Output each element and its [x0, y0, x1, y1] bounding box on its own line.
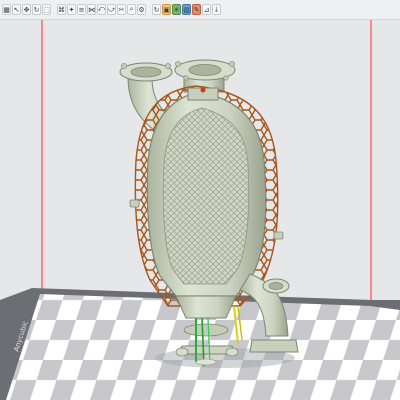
arrow-move-icon: ✥	[23, 5, 30, 14]
measure-icon: ⊿	[203, 5, 210, 14]
side-boss-right	[273, 231, 284, 240]
bottom-cone	[175, 295, 237, 319]
light-bulb-button[interactable]: ✦	[67, 4, 76, 15]
toolbar-group-2: ⌘ ✦ ≡ ⋈ ⤺ ⤻ ✂ ⌕ ⚙	[57, 4, 146, 15]
fix-button[interactable]: ✎	[192, 4, 201, 15]
grid-view-button[interactable]: ▦	[2, 4, 11, 15]
select-box-button[interactable]: ⬚	[42, 4, 51, 15]
view-icon: ⌘	[58, 5, 65, 14]
wire-button[interactable]: ⋈	[87, 4, 96, 15]
undo-icon: ⤺	[97, 5, 106, 13]
slice-icon: ▧	[183, 5, 190, 14]
base-pad	[195, 358, 217, 366]
redo-button[interactable]: ⤻	[107, 4, 116, 15]
toolbar-group-1: ▦ ↖ ✥ ↻ ⬚	[2, 4, 51, 15]
arrow-move-button[interactable]: ✥	[22, 4, 31, 15]
slice-button[interactable]: ▧	[182, 4, 191, 15]
settings-button[interactable]: ⚙	[137, 4, 146, 15]
support-tree-button[interactable]: ✳	[172, 4, 181, 15]
fix-icon: ✎	[193, 5, 200, 14]
support-tree-icon: ✳	[173, 5, 180, 14]
cursor-button[interactable]: ↖	[12, 4, 21, 15]
wire-icon: ⋈	[88, 5, 95, 14]
cursor-icon: ↖	[13, 5, 20, 14]
export-button[interactable]: ⤓	[212, 4, 221, 15]
honeycomb-core	[162, 107, 250, 285]
zoom-button[interactable]: ⌕	[127, 4, 136, 15]
toolbar: ▦ ↖ ✥ ↻ ⬚ ⌘ ✦ ≡ ⋈ ⤺ ⤻ ✂ ⌕ ⚙ ↻ ▣ ✳ ▧ ✎ ⊿ ⤓	[0, 0, 400, 20]
refresh-icon: ↻	[153, 5, 160, 14]
cut-icon: ✂	[118, 5, 125, 14]
side-boss-left	[129, 199, 140, 208]
settings-icon: ⚙	[138, 5, 145, 14]
layer-icon: ≡	[78, 5, 85, 14]
refresh-button[interactable]: ↻	[152, 4, 161, 15]
light-bulb-icon: ✦	[68, 5, 75, 14]
mesh-support-button[interactable]: ▣	[162, 4, 171, 15]
sensor-port-marker	[200, 87, 206, 93]
layer-button[interactable]: ≡	[77, 4, 86, 15]
mesh-support-icon: ▣	[163, 5, 170, 14]
3d-viewport[interactable]: Anycubic	[0, 0, 400, 400]
measure-button[interactable]: ⊿	[202, 4, 211, 15]
view-button[interactable]: ⌘	[57, 4, 66, 15]
zoom-icon: ⌕	[129, 5, 134, 13]
toolbar-group-3: ↻ ▣ ✳ ▧ ✎ ⊿ ⤓	[152, 4, 221, 15]
select-box-icon: ⬚	[43, 5, 50, 14]
undo-button[interactable]: ⤺	[97, 4, 106, 15]
redo-icon: ⤻	[107, 5, 116, 13]
grid-view-icon: ▦	[3, 5, 10, 14]
rotate-button[interactable]: ↻	[32, 4, 41, 15]
cut-button[interactable]: ✂	[117, 4, 126, 15]
rotate-icon: ↻	[33, 5, 40, 14]
export-icon: ⤓	[214, 5, 219, 13]
